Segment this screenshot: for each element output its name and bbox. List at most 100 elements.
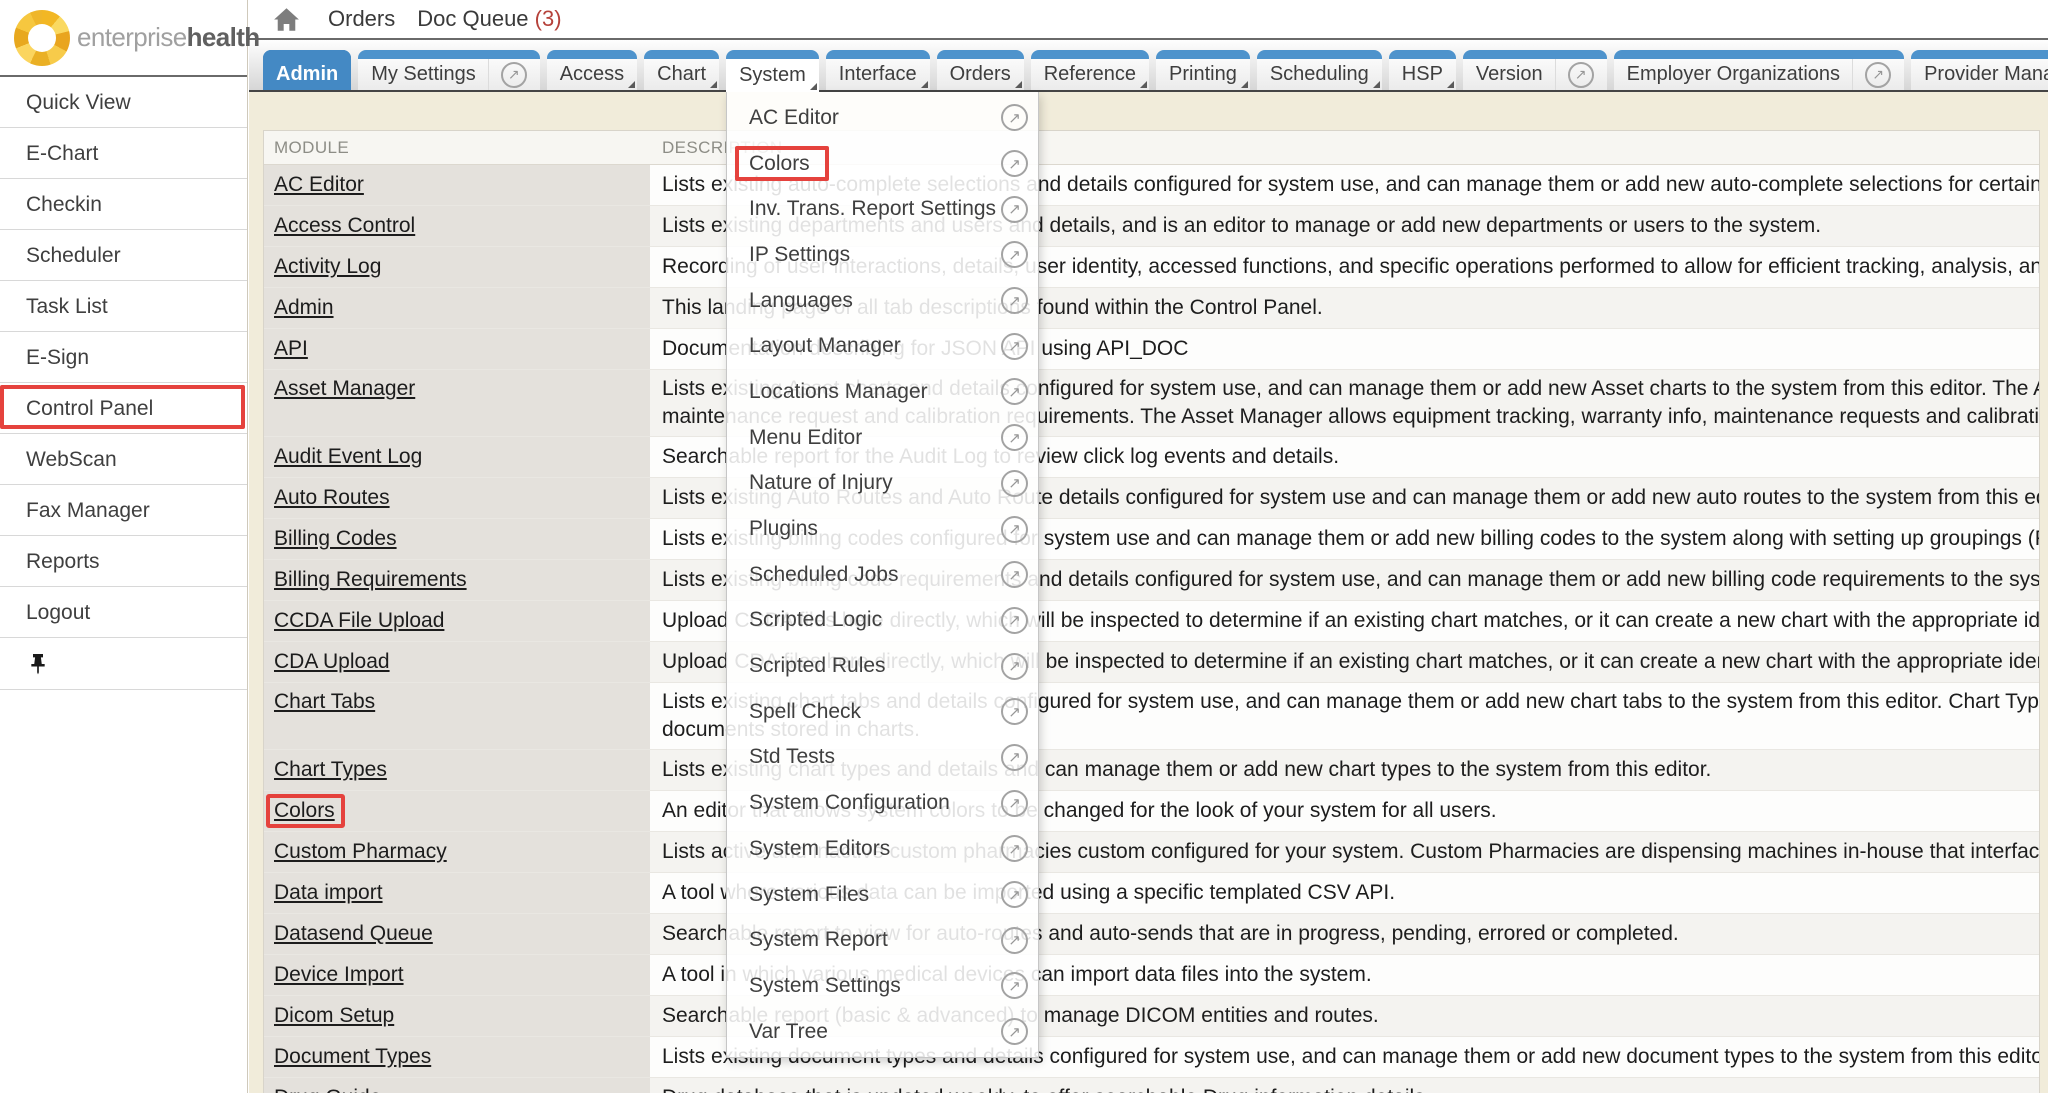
external-link-icon[interactable]: ↗ [1001,561,1028,588]
menu-item-menu-editor[interactable]: Menu Editor ↗ [727,415,1038,461]
menu-item-scheduled-jobs[interactable]: Scheduled Jobs ↗ [727,552,1038,598]
tab-reference[interactable]: Reference [1031,50,1149,90]
tab-chart[interactable]: Chart [644,50,719,90]
tab-interface[interactable]: Interface [826,50,930,90]
tab-provider-management[interactable]: Provider Management ↗ [1911,50,2048,90]
app-logo[interactable]: enterprisehealth [0,0,247,77]
menu-item-plugins[interactable]: Plugins ↗ [727,506,1038,552]
module-link-ac-editor[interactable]: AC Editor [274,165,364,205]
external-link-icon[interactable]: ↗ [1001,881,1028,908]
menu-item-scripted-logic[interactable]: Scripted Logic ↗ [727,598,1038,644]
menu-item-var-tree[interactable]: Var Tree ↗ [727,1009,1038,1055]
external-link-icon[interactable]: ↗ [1001,196,1028,223]
module-link-document-types[interactable]: Document Types [274,1037,431,1077]
external-link-icon[interactable]: ↗ [1001,378,1028,405]
table-row: Asset Manager Lists existing Asset chart… [264,369,2039,436]
menu-item-system-settings[interactable]: System Settings ↗ [727,963,1038,1009]
home-button[interactable] [273,7,300,32]
module-link-billing-requirements[interactable]: Billing Requirements [274,560,467,600]
menu-item-system-files[interactable]: System Files ↗ [727,872,1038,918]
external-link-icon[interactable]: ↗ [1001,516,1028,543]
menu-item-system-editors[interactable]: System Editors ↗ [727,826,1038,872]
menu-item-inv-trans-report-settings[interactable]: Inv. Trans. Report Settings ↗ [727,186,1038,232]
menu-item-languages[interactable]: Languages ↗ [727,278,1038,324]
module-cell: Access Control [264,206,650,246]
breadcrumb-orders[interactable]: Orders [328,6,395,32]
external-link-icon[interactable]: ↗ [1001,424,1028,451]
module-link-admin[interactable]: Admin [274,288,334,328]
external-link-icon[interactable]: ↗ [1001,927,1028,954]
tab-employer-organizations[interactable]: Employer Organizations ↗ [1614,50,1904,90]
module-link-colors[interactable]: Colors [274,791,335,831]
sidebar-item-quick-view[interactable]: Quick View [0,77,247,128]
open-in-new-window-button[interactable]: ↗ [1852,59,1891,90]
sidebar-pin-button[interactable] [0,638,247,690]
module-link-drug-guide[interactable]: Drug Guide [274,1078,381,1093]
module-link-dicom-setup[interactable]: Dicom Setup [274,996,394,1036]
menu-item-ac-editor[interactable]: AC Editor ↗ [727,95,1038,141]
module-link-auto-routes[interactable]: Auto Routes [274,478,390,518]
table-row: Custom Pharmacy Lists active and inactiv… [264,831,2039,872]
sidebar-item-reports[interactable]: Reports [0,536,247,587]
module-link-device-import[interactable]: Device Import [274,955,404,995]
module-link-datasend-queue[interactable]: Datasend Queue [274,914,433,954]
module-link-api[interactable]: API [274,329,308,369]
module-link-billing-codes[interactable]: Billing Codes [274,519,397,559]
external-link-icon[interactable]: ↗ [1001,698,1028,725]
module-link-cda-upload[interactable]: CDA Upload [274,642,390,682]
module-link-ccda-file-upload[interactable]: CCDA File Upload [274,601,444,641]
tab-printing[interactable]: Printing [1156,50,1250,90]
external-link-icon[interactable]: ↗ [1001,150,1028,177]
module-link-chart-types[interactable]: Chart Types [274,750,387,790]
menu-item-scripted-rules[interactable]: Scripted Rules ↗ [727,643,1038,689]
tab-orders[interactable]: Orders [937,50,1024,90]
sidebar-item-control-panel[interactable]: Control Panel [0,383,247,434]
external-link-icon[interactable]: ↗ [1001,470,1028,497]
open-in-new-window-button[interactable]: ↗ [1555,59,1594,90]
external-link-icon[interactable]: ↗ [1001,972,1028,999]
module-link-audit-event-log[interactable]: Audit Event Log [274,437,422,477]
external-link-icon[interactable]: ↗ [1001,241,1028,268]
menu-item-locations-manager[interactable]: Locations Manager ↗ [727,369,1038,415]
module-link-asset-manager[interactable]: Asset Manager [274,375,415,403]
breadcrumb-doc-queue[interactable]: Doc Queue (3) [417,6,561,32]
sidebar-item-task-list[interactable]: Task List [0,281,247,332]
menu-item-ip-settings[interactable]: IP Settings ↗ [727,232,1038,278]
external-link-icon[interactable]: ↗ [1001,607,1028,634]
sidebar-item-e-chart[interactable]: E-Chart [0,128,247,179]
tab-version[interactable]: Version ↗ [1463,50,1607,90]
tab-my-settings[interactable]: My Settings ↗ [358,50,539,90]
external-link-icon[interactable]: ↗ [1001,333,1028,360]
sidebar-item-webscan[interactable]: WebScan [0,434,247,485]
tab-hsp[interactable]: HSP [1389,50,1456,90]
sidebar-item-logout[interactable]: Logout [0,587,247,638]
module-link-custom-pharmacy[interactable]: Custom Pharmacy [274,832,447,872]
external-link-icon[interactable]: ↗ [1001,104,1028,131]
tab-admin[interactable]: Admin [263,50,351,90]
menu-item-layout-manager[interactable]: Layout Manager ↗ [727,323,1038,369]
external-link-icon[interactable]: ↗ [1001,744,1028,771]
menu-item-system-report[interactable]: System Report ↗ [727,917,1038,963]
menu-item-std-tests[interactable]: Std Tests ↗ [727,735,1038,781]
tab-access[interactable]: Access [547,50,637,90]
external-link-icon[interactable]: ↗ [1001,1018,1028,1045]
external-link-icon[interactable]: ↗ [1001,653,1028,680]
sidebar-item-fax-manager[interactable]: Fax Manager [0,485,247,536]
module-link-access-control[interactable]: Access Control [274,206,415,246]
sidebar-item-e-sign[interactable]: E-Sign [0,332,247,383]
tab-scheduling[interactable]: Scheduling [1257,50,1382,90]
module-link-activity-log[interactable]: Activity Log [274,247,381,287]
open-in-new-window-button[interactable]: ↗ [488,59,527,90]
menu-item-colors[interactable]: Colors ↗ [727,141,1038,187]
external-link-icon[interactable]: ↗ [1001,835,1028,862]
menu-item-spell-check[interactable]: Spell Check ↗ [727,689,1038,735]
menu-item-system-configuration[interactable]: System Configuration ↗ [727,780,1038,826]
external-link-icon[interactable]: ↗ [1001,790,1028,817]
menu-item-nature-of-injury[interactable]: Nature of Injury ↗ [727,461,1038,507]
external-link-icon[interactable]: ↗ [1001,287,1028,314]
tab-system[interactable]: System [726,50,819,92]
sidebar-item-scheduler[interactable]: Scheduler [0,230,247,281]
sidebar-item-checkin[interactable]: Checkin [0,179,247,230]
module-link-chart-tabs[interactable]: Chart Tabs [274,688,375,716]
module-link-data-import[interactable]: Data import [274,873,383,913]
